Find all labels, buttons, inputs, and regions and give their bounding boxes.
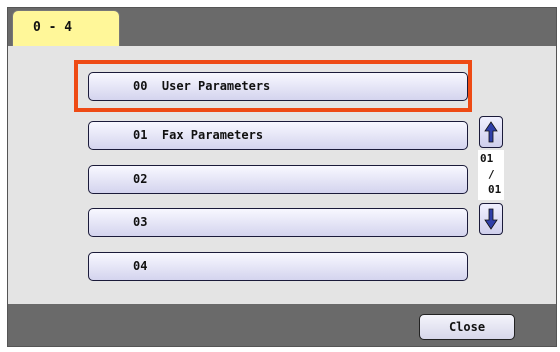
scroll-up-button[interactable] [479,116,503,148]
footer-bar: Close [8,304,556,346]
page-separator: / [488,168,495,181]
page-current: 01 [480,152,494,165]
menu-item-04[interactable]: 04 [88,252,468,281]
menu-item-03[interactable]: 03 [88,208,468,237]
menu-item-02[interactable]: 02 [88,165,468,194]
arrow-down-icon [484,208,498,230]
menu-item-user-parameters[interactable]: 00 User Parameters [88,72,468,101]
scroll-down-button[interactable] [479,203,503,235]
header-bar: 0 - 4 [8,8,556,46]
tab-range[interactable]: 0 - 4 [12,10,120,46]
menu-item-fax-parameters[interactable]: 01 Fax Parameters [88,121,468,150]
page-total: 01 [488,183,502,196]
arrow-up-icon [484,121,498,143]
close-button[interactable]: Close [419,314,515,340]
page-indicator: 01 / 01 [478,150,504,200]
